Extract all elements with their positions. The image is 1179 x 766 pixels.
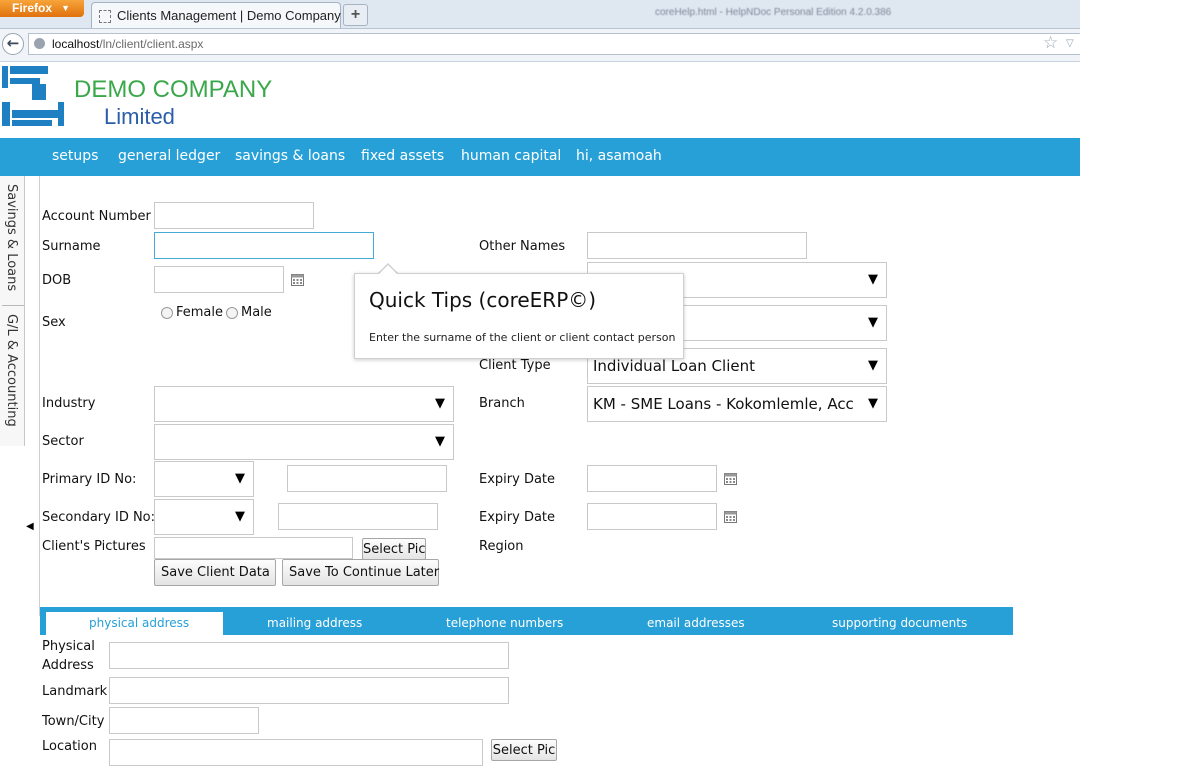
dob-input[interactable] <box>154 266 284 293</box>
bookmark-star-icon[interactable]: ☆ <box>1043 33 1058 53</box>
chevron-down-icon: ▼ <box>61 3 70 13</box>
account-number-input[interactable] <box>154 202 314 229</box>
town-city-label: Town/City <box>42 714 105 729</box>
surname-label: Surname <box>42 239 101 254</box>
menu-item-setups[interactable]: setups <box>52 148 98 164</box>
url-host: localhost <box>52 37 100 51</box>
male-label: Male <box>241 305 272 320</box>
menu-item-user-greeting[interactable]: hi, asamoah <box>576 148 662 164</box>
url-dropdown-icon[interactable]: ▽ <box>1066 38 1074 49</box>
tooltip-title: Quick Tips (coreERP©) <box>369 288 597 312</box>
town-city-input[interactable] <box>109 707 259 734</box>
client-type-value: Individual Loan Client <box>593 357 755 375</box>
secondary-id-label: Secondary ID No: <box>42 510 156 525</box>
location-label: Location <box>42 739 97 754</box>
new-tab-button[interactable]: + <box>343 4 368 26</box>
menu-item-general-ledger[interactable]: general ledger <box>118 148 220 164</box>
landmark-label: Landmark <box>42 684 108 699</box>
browser-tab[interactable]: Clients Management | Demo Company ... <box>91 2 355 28</box>
branch-select[interactable]: KM - SME Loans - Kokomlemle, Accra ▼ <box>587 386 887 422</box>
firefox-menu-button[interactable]: Firefox ▼ <box>0 0 84 17</box>
physical-address-label-line2: Address <box>42 658 94 673</box>
collapse-arrow-icon[interactable]: ◀ <box>26 521 34 532</box>
male-radio[interactable] <box>226 307 238 319</box>
female-radio[interactable] <box>161 307 173 319</box>
region-label: Region <box>479 539 524 554</box>
other-names-label: Other Names <box>479 239 566 254</box>
sector-label: Sector <box>42 434 84 449</box>
dropdown-arrow-icon: ▼ <box>868 358 878 373</box>
sector-select[interactable]: ▼ <box>154 424 454 460</box>
save-client-data-button[interactable]: Save Client Data <box>154 559 276 586</box>
tooltip-pointer-fill <box>378 265 398 275</box>
calendar-icon[interactable] <box>291 273 304 286</box>
client-picture-input[interactable] <box>154 537 353 559</box>
url-text[interactable]: localhost/ln/client/client.aspx <box>52 37 203 51</box>
primary-id-type-select[interactable]: ▼ <box>154 461 254 497</box>
sidetab-divider <box>2 305 24 306</box>
back-button[interactable]: ← <box>2 33 24 55</box>
page-icon <box>99 10 111 23</box>
other-names-input[interactable] <box>587 232 807 259</box>
client-type-label: Client Type <box>479 358 551 373</box>
tab-mailing-address[interactable]: mailing address <box>267 616 362 630</box>
clients-pictures-label: Client's Pictures <box>42 539 146 554</box>
branch-label: Branch <box>479 396 525 411</box>
location-select-pic-button[interactable]: Select Pic <box>491 739 557 761</box>
tab-email-addresses[interactable]: email addresses <box>647 616 745 630</box>
browser-tab-title: Clients Management | Demo Company ... <box>117 8 356 23</box>
female-label: Female <box>176 305 224 320</box>
save-continue-later-button[interactable]: Save To Continue Later <box>282 559 439 586</box>
secondary-id-type-select[interactable]: ▼ <box>154 499 254 535</box>
primary-id-label: Primary ID No: <box>42 472 137 487</box>
dropdown-arrow-icon: ▼ <box>435 434 445 449</box>
sex-label: Sex <box>42 315 66 330</box>
tab-supporting-documents[interactable]: supporting documents <box>832 616 967 630</box>
menu-item-fixed-assets[interactable]: fixed assets <box>361 148 444 164</box>
menu-item-savings-loans[interactable]: savings & loans <box>235 148 345 164</box>
calendar-icon[interactable] <box>724 472 737 485</box>
dropdown-arrow-icon: ▼ <box>868 272 878 287</box>
sidetab-savings-loans[interactable]: Savings & Loans <box>4 184 19 291</box>
tab-telephone-numbers[interactable]: telephone numbers <box>446 616 563 630</box>
tab-physical-address[interactable]: physical address <box>89 616 189 630</box>
quick-tips-tooltip <box>354 273 684 359</box>
dropdown-arrow-icon: ▼ <box>868 315 878 330</box>
primary-expiry-date-input[interactable] <box>587 465 717 492</box>
expiry-date-label: Expiry Date <box>479 472 556 487</box>
dropdown-arrow-icon: ▼ <box>235 471 245 486</box>
location-input[interactable] <box>109 739 483 766</box>
url-path: /ln/client/client.aspx <box>99 37 204 51</box>
dob-label: DOB <box>42 273 72 288</box>
dropdown-arrow-icon: ▼ <box>435 396 445 411</box>
company-logo <box>2 66 64 126</box>
account-number-label: Account Number <box>42 209 151 224</box>
tooltip-text: Enter the surname of the client or clien… <box>369 331 676 344</box>
window-title: coreHelp.html - HelpNDoc Personal Editio… <box>655 7 892 18</box>
secondary-expiry-date-input[interactable] <box>587 503 717 530</box>
physical-address-label-line1: Physical <box>42 639 95 654</box>
dropdown-arrow-icon: ▼ <box>864 387 878 421</box>
physical-address-input[interactable] <box>109 642 509 669</box>
globe-icon <box>34 38 45 49</box>
industry-label: Industry <box>42 396 96 411</box>
surname-input[interactable] <box>154 232 374 259</box>
company-subtitle: Limited <box>104 104 175 129</box>
content-left-border <box>39 176 40 616</box>
firefox-menu-label: Firefox <box>12 1 53 15</box>
expiry-date-2-label: Expiry Date <box>479 510 556 525</box>
branch-value: KM - SME Loans - Kokomlemle, Accra <box>593 395 855 413</box>
landmark-input[interactable] <box>109 677 509 704</box>
menu-item-human-capital[interactable]: human capital <box>461 148 561 164</box>
sidetab-gl-accounting[interactable]: G/L & Accounting <box>4 314 19 427</box>
company-name: DEMO COMPANY <box>74 76 273 103</box>
dropdown-arrow-icon: ▼ <box>235 509 245 524</box>
secondary-id-input[interactable] <box>278 503 438 530</box>
calendar-icon[interactable] <box>724 510 737 523</box>
industry-select[interactable]: ▼ <box>154 386 454 422</box>
primary-id-input[interactable] <box>287 465 447 492</box>
select-pic-button[interactable]: Select Pic <box>362 538 426 560</box>
